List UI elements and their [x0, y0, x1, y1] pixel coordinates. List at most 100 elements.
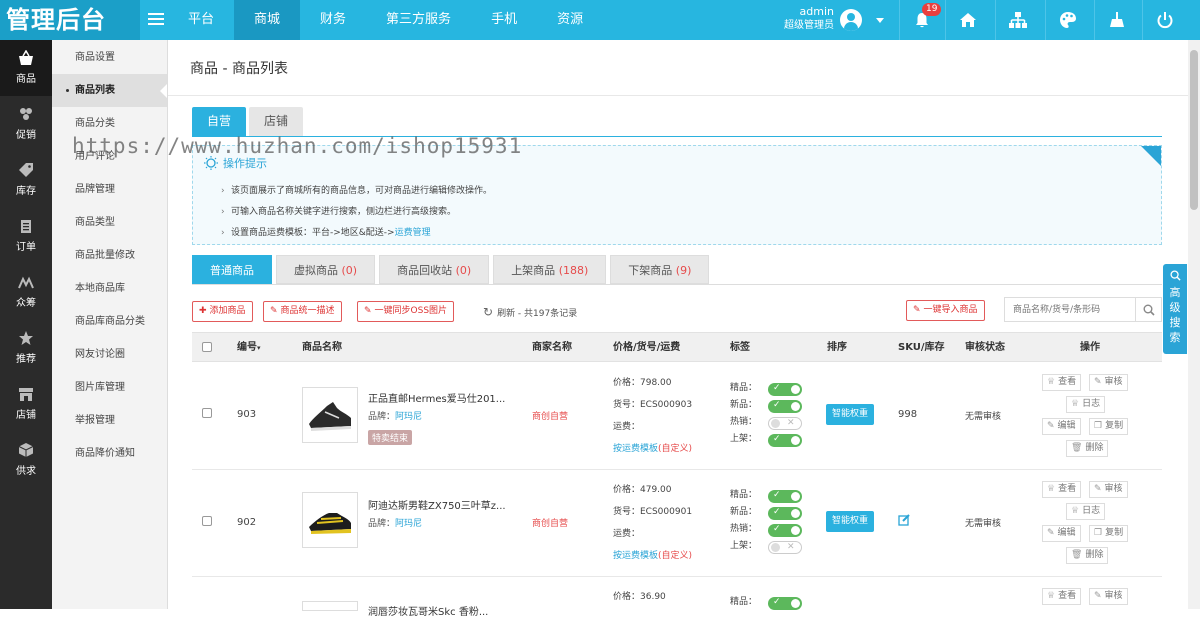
sitemap-button[interactable] [995, 0, 1039, 40]
sidebar-item-inventory[interactable]: 库存 [0, 152, 52, 208]
submenu-local-library[interactable]: 本地商品库 [52, 272, 167, 305]
goods-name[interactable]: 润唇莎妆瓦哥米Skc 香粉... [368, 603, 508, 618]
sidebar-item-supply[interactable]: 供求 [0, 432, 52, 488]
unified-description-button[interactable]: ✎ 商品统一描述 [263, 301, 342, 322]
tab-virtual-goods[interactable]: 虚拟商品 (0) [276, 255, 376, 284]
edit-button[interactable]: ✎ 编辑 [1042, 418, 1081, 435]
copy-button[interactable]: ❐ 复制 [1089, 525, 1129, 542]
logout-button[interactable] [1142, 0, 1186, 40]
submenu-library-category[interactable]: 商品库商品分类 [52, 305, 167, 338]
search-input[interactable] [1005, 298, 1135, 321]
clear-cache-button[interactable] [1094, 0, 1138, 40]
view-button[interactable]: ♕ 查看 [1042, 481, 1082, 498]
view-button[interactable]: ♕ 查看 [1042, 374, 1082, 391]
audit-button[interactable]: ✎ 审核 [1089, 588, 1128, 605]
submenu-goods-list[interactable]: 商品列表 [52, 74, 167, 107]
toggle-switch[interactable]: ✓ [768, 434, 802, 447]
submenu-batch-edit[interactable]: 商品批量修改 [52, 239, 167, 272]
submenu-price-drop[interactable]: 商品降价通知 [52, 437, 167, 470]
tab-self-operated[interactable]: 自营 [192, 107, 247, 136]
theme-button[interactable] [1045, 0, 1089, 40]
copy-button[interactable]: ❐ 复制 [1089, 418, 1129, 435]
chevron-down-icon[interactable] [876, 18, 884, 23]
delete-button[interactable]: 🗑 删除 [1066, 440, 1109, 457]
submenu-reports[interactable]: 举报管理 [52, 404, 167, 437]
toggle-switch[interactable]: ✓ [768, 383, 802, 396]
brand-link[interactable]: 阿玛尼 [395, 412, 422, 422]
sidebar-item-goods[interactable]: 商品 [0, 40, 52, 96]
brand-label: 品牌： [368, 519, 396, 529]
toggle-switch[interactable]: ✓ [768, 524, 802, 537]
freight-template-link[interactable]: 按运费模板 [613, 551, 658, 561]
freight-template-link[interactable]: 按运费模板 [613, 444, 658, 454]
scrollbar[interactable] [1188, 40, 1200, 609]
refresh-button[interactable]: ↻ 刷新 - 共197条记录 [483, 305, 577, 319]
notification-badge: 19 [922, 3, 942, 16]
row-checkbox[interactable] [202, 408, 212, 418]
advanced-search-tab[interactable]: 高级搜索 [1163, 264, 1187, 354]
search-button[interactable] [1135, 298, 1161, 321]
row-checkbox[interactable] [202, 516, 212, 526]
user-info[interactable]: admin 超级管理员 [770, 4, 834, 33]
edit-button[interactable]: ✎ 编辑 [1042, 525, 1081, 542]
toggle-switch[interactable]: ✕ [768, 541, 802, 554]
goods-name[interactable]: 正品直邮Hermes爱马仕201... [368, 390, 508, 405]
notification-button[interactable]: 19 [899, 0, 943, 40]
log-button[interactable]: ♕ 日志 [1066, 503, 1106, 520]
tab-recycle-bin[interactable]: 商品回收站 (0) [379, 255, 490, 284]
log-button[interactable]: ♕ 日志 [1066, 396, 1106, 413]
audit-button[interactable]: ✎ 审核 [1089, 481, 1128, 498]
sync-oss-button[interactable]: ✎ 一键同步OSS图片 [357, 301, 455, 322]
sidebar-item-store[interactable]: 店铺 [0, 376, 52, 432]
sidebar-item-crowdfunding[interactable]: 众筹 [0, 264, 52, 320]
brand-link[interactable]: 阿玛尼 [395, 519, 422, 529]
top-nav-mobile[interactable]: 手机 [471, 0, 537, 40]
top-nav-resources[interactable]: 资源 [537, 0, 603, 40]
submenu-image-library[interactable]: 图片库管理 [52, 371, 167, 404]
submenu-brand-management[interactable]: 品牌管理 [52, 173, 167, 206]
smart-weight-button[interactable]: 智能权重 [826, 404, 875, 425]
goods-name[interactable]: 阿迪达斯男鞋ZX750三叶草z... [368, 497, 508, 512]
view-button[interactable]: ♕ 查看 [1042, 588, 1082, 605]
tab-normal-goods[interactable]: 普通商品 [192, 255, 272, 284]
main-content: 商品 - 商品列表 自营 店铺 操作提示 该页面展示了商城所有的商品信息，可对商… [168, 40, 1188, 618]
goods-thumbnail[interactable] [302, 601, 358, 611]
add-goods-button[interactable]: ✚ 添加商品 [192, 301, 253, 322]
edit-stock-button[interactable] [898, 513, 911, 529]
scrollbar-thumb[interactable] [1190, 50, 1198, 210]
sidebar-item-promotion[interactable]: 促销 [0, 96, 52, 152]
delete-button[interactable]: 🗑 删除 [1066, 547, 1109, 564]
menu-toggle-icon[interactable] [148, 13, 164, 27]
home-button[interactable] [945, 0, 989, 40]
goods-thumbnail[interactable] [302, 387, 358, 443]
top-nav-platform[interactable]: 平台 [168, 0, 234, 40]
sidebar-item-recommend[interactable]: 推荐 [0, 320, 52, 376]
sidebar-item-orders[interactable]: 订单 [0, 208, 52, 264]
stock-value[interactable]: 998 [898, 409, 917, 420]
column-id[interactable]: 编号▾ [237, 333, 261, 363]
toggle-switch[interactable]: ✓ [768, 507, 802, 520]
toggle-switch[interactable]: ✓ [768, 400, 802, 413]
submenu-discussion[interactable]: 网友讨论圈 [52, 338, 167, 371]
smart-weight-button[interactable]: 智能权重 [826, 511, 875, 532]
top-nav-mall[interactable]: 商城 [234, 0, 301, 40]
select-all-checkbox[interactable] [202, 342, 212, 352]
tab-off-sale[interactable]: 下架商品 (9) [610, 255, 710, 284]
top-nav-finance[interactable]: 财务 [300, 0, 366, 40]
toggle-switch[interactable]: ✓ [768, 597, 802, 610]
submenu-goods-settings[interactable]: 商品设置 [52, 41, 167, 74]
collapse-corner-icon[interactable] [1141, 146, 1161, 166]
import-goods-button[interactable]: ✎ 一键导入商品 [906, 300, 985, 321]
submenu-goods-type[interactable]: 商品类型 [52, 206, 167, 239]
toggle-switch[interactable]: ✓ [768, 490, 802, 503]
tab-on-sale[interactable]: 上架商品 (188) [493, 255, 607, 284]
top-nav-third-party[interactable]: 第三方服务 [366, 0, 471, 40]
table-row: 润唇莎妆瓦哥米Skc 香粉... 价格：36.90 精品： ✓ ♕ 查看 ✎ 审核 [192, 577, 1162, 618]
tab-stores[interactable]: 店铺 [249, 107, 304, 136]
button-label: 添加商品 [209, 306, 246, 316]
avatar[interactable] [840, 9, 862, 31]
goods-thumbnail[interactable] [302, 492, 358, 548]
freight-management-link[interactable]: 运费管理 [395, 228, 431, 238]
audit-button[interactable]: ✎ 审核 [1089, 374, 1128, 391]
toggle-switch[interactable]: ✕ [768, 417, 802, 430]
